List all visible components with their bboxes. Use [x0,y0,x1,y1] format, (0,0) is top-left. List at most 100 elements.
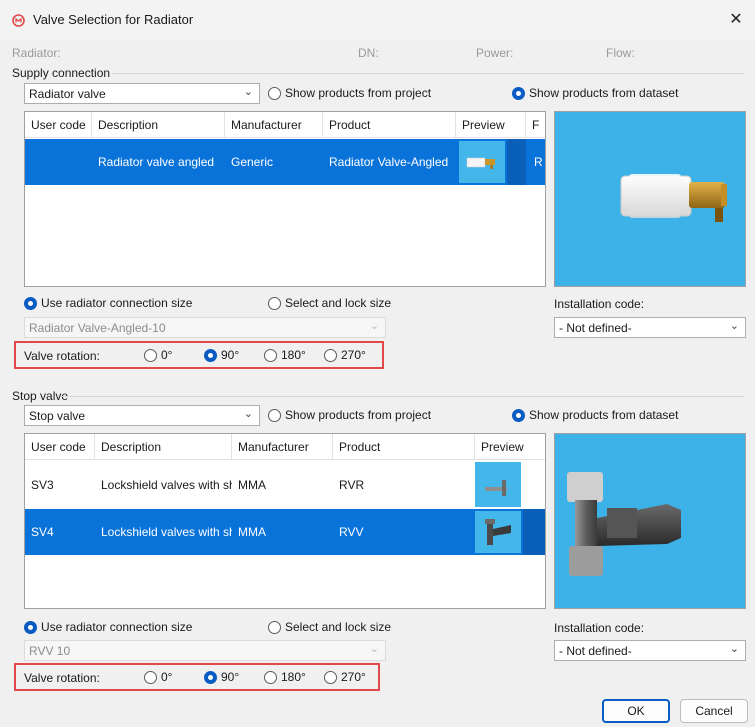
radio-circle-icon [144,348,157,362]
stop-rotation-label: Valve rotation: [24,671,100,685]
column-header[interactable]: User code [25,112,92,138]
column-header[interactable]: Product [333,434,475,460]
stop-size-combo: RVV 10 ⌄ [24,640,386,661]
stop-grid-header: User code Description Manufacturer Produ… [25,434,545,460]
stop-installation-value: - Not defined- [559,644,632,658]
stop-type-value: Stop valve [29,409,86,423]
stop-rotation-180-radio[interactable]: 180° [264,670,306,684]
chevron-down-icon: ⌄ [729,643,739,655]
stop-source-project-label: Show products from project [285,408,432,422]
supply-size-use-radio[interactable]: Use radiator connection size [24,296,192,310]
radio-selected-icon [24,296,37,310]
supply-rotation-0-radio[interactable]: 0° [144,348,172,362]
supply-rotation-180-radio[interactable]: 180° [264,348,306,362]
supply-source-project-radio[interactable]: Show products from project [268,86,431,100]
cell-product: RVR [339,477,365,492]
radio-circle-icon [268,408,281,422]
row-scroll-shade [507,139,526,185]
stop-products-grid[interactable]: User code Description Manufacturer Produ… [24,433,546,609]
stop-source-project-radio[interactable]: Show products from project [268,408,431,422]
column-header[interactable]: Manufacturer [232,434,333,460]
supply-products-grid[interactable]: User code Description Manufacturer Produ… [24,111,546,287]
supply-size-combo: Radiator Valve-Angled-10 ⌄ [24,317,386,338]
cell-extra: R [534,155,543,169]
column-header[interactable]: Manufacturer [225,112,323,138]
chevron-down-icon: ⌄ [243,86,253,98]
app-logo-icon [12,14,25,27]
column-header[interactable]: Description [95,434,232,460]
radio-circle-icon [324,348,337,362]
stop-installation-combo[interactable]: - Not defined- ⌄ [554,640,746,661]
cell-product: Radiator Valve-Angled [329,155,449,169]
radiator-valve-preview-icon [620,174,727,222]
flow-label: Flow: [606,46,635,60]
stop-rotation-270-radio[interactable]: 270° [324,670,366,684]
supply-source-dataset-label: Show products from dataset [529,86,679,100]
lockshield-valve-thumb-icon [475,462,521,507]
chevron-down-icon: ⌄ [729,320,739,332]
supply-section-title: Supply connection [12,66,111,80]
supply-rotation-label: Valve rotation: [24,349,100,363]
radio-circle-icon [268,86,281,100]
stop-source-dataset-radio[interactable]: Show products from dataset [512,408,678,422]
supply-section-divider [112,73,744,74]
supply-rotation-90-radio[interactable]: 90° [204,348,239,362]
row-scroll-shade [523,509,545,555]
window-title: Valve Selection for Radiator [33,12,194,27]
supply-product-preview [554,111,746,287]
chevron-down-icon: ⌄ [369,320,379,332]
cell-manufacturer: Generic [231,155,274,169]
lockshield-valve-preview-icon [567,472,681,576]
table-row[interactable]: SV3 Lockshield valves with sh... MMA RVR [25,460,545,509]
rotation-label: 270° [341,670,366,684]
close-icon[interactable]: ✕ [725,9,747,31]
supply-size-lock-label: Select and lock size [285,296,392,310]
cell-user-code: SV3 [31,477,54,492]
supply-type-value: Radiator valve [29,87,106,101]
column-header[interactable]: Preview [456,112,526,138]
rotation-label: 90° [221,348,240,362]
stop-size-use-radio[interactable]: Use radiator connection size [24,620,192,634]
table-row[interactable]: Radiator valve angled Generic Radiator V… [25,139,545,185]
stop-size-value: RVV 10 [29,644,71,658]
table-row[interactable]: SV4 Lockshield valves with sh... MMA RVV [25,509,545,555]
rotation-label: 270° [341,348,366,362]
stop-rotation-0-radio[interactable]: 0° [144,670,172,684]
cancel-button[interactable]: Cancel [680,699,748,723]
radio-circle-icon [324,670,337,684]
stop-section-title: Stop valve [12,389,69,403]
rotation-label: 180° [281,670,306,684]
column-header[interactable]: Preview [475,434,545,460]
radio-selected-icon [512,86,525,100]
column-header[interactable]: User code [25,434,95,460]
radio-selected-icon [204,670,217,684]
radiator-valve-thumb-icon [459,141,505,183]
supply-installation-label: Installation code: [554,297,645,311]
stop-size-lock-radio[interactable]: Select and lock size [268,620,391,634]
radiator-label: Radiator: [12,46,61,60]
supply-size-lock-radio[interactable]: Select and lock size [268,296,391,310]
stop-section-divider [62,396,744,397]
stop-installation-label: Installation code: [554,621,645,635]
stop-size-lock-label: Select and lock size [285,620,392,634]
cell-user-code: SV4 [31,525,54,539]
supply-rotation-270-radio[interactable]: 270° [324,348,366,362]
supply-size-use-label: Use radiator connection size [41,296,193,310]
column-header[interactable]: F [526,112,545,138]
supply-type-combo[interactable]: Radiator valve ⌄ [24,83,260,104]
radio-circle-icon [264,348,277,362]
column-header[interactable]: Product [323,112,456,138]
dn-label: DN: [358,46,379,60]
ok-button[interactable]: OK [602,699,670,723]
cell-manufacturer: MMA [238,525,266,539]
supply-installation-combo[interactable]: - Not defined- ⌄ [554,317,746,338]
cell-description: Lockshield valves with sh... [101,525,232,539]
supply-source-dataset-radio[interactable]: Show products from dataset [512,86,678,100]
stop-rotation-90-radio[interactable]: 90° [204,670,239,684]
stop-type-combo[interactable]: Stop valve ⌄ [24,405,260,426]
rotation-label: 0° [161,670,173,684]
radio-selected-icon [512,408,525,422]
cell-product: RVV [339,525,364,539]
radio-selected-icon [24,620,37,634]
column-header[interactable]: Description [92,112,225,138]
